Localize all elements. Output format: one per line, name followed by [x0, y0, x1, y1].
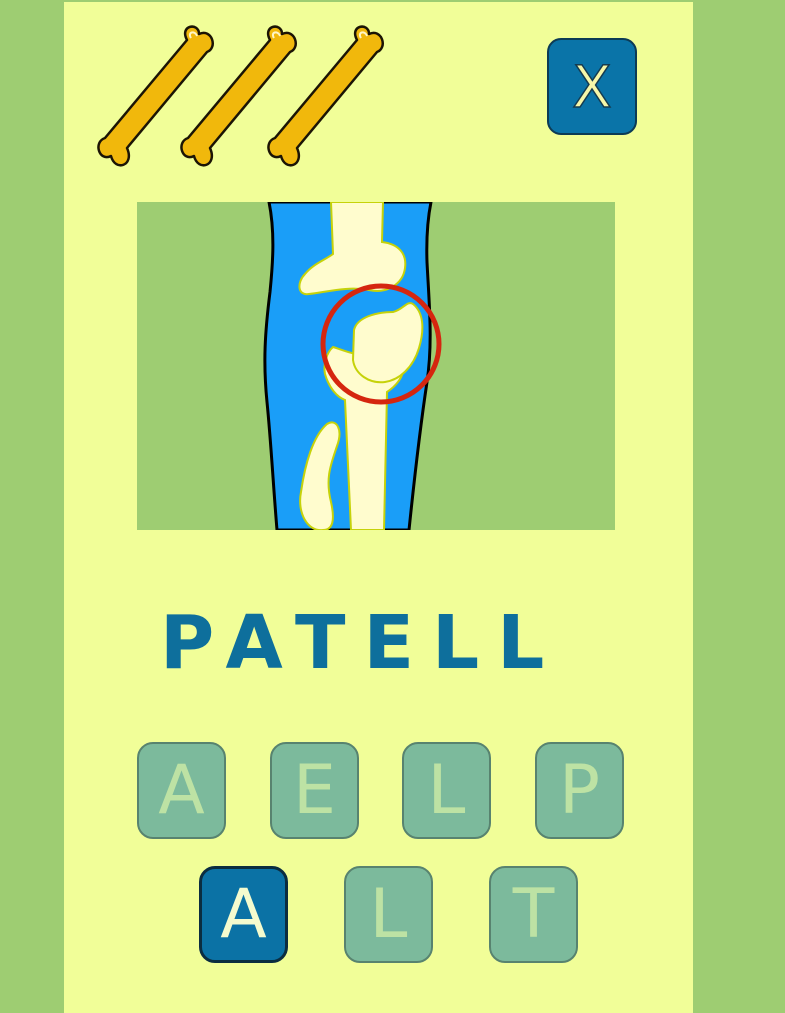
letter-tile[interactable]: E [270, 742, 359, 839]
letter-tile[interactable]: L [344, 866, 433, 963]
letter-tile[interactable]: A [137, 742, 226, 839]
letter-tile-label: T [512, 874, 555, 954]
close-button[interactable]: X [547, 38, 637, 135]
letter-tile-label: L [369, 874, 408, 954]
lives-display [97, 25, 384, 167]
letter-tile-label: A [220, 874, 267, 954]
letter-tile-label: E [293, 750, 336, 830]
letter-tile-label: P [558, 750, 600, 830]
letter-tile[interactable]: A [199, 866, 288, 963]
letter-tile[interactable]: P [535, 742, 624, 839]
letter-tile[interactable]: T [489, 866, 578, 963]
letter-tile[interactable]: L [402, 742, 491, 839]
knee-xray-image [137, 202, 615, 530]
letter-tile-label: L [427, 750, 466, 830]
word-progress: PATELL [160, 600, 563, 686]
letter-tile-label: A [158, 750, 205, 830]
close-button-label: X [571, 52, 612, 121]
